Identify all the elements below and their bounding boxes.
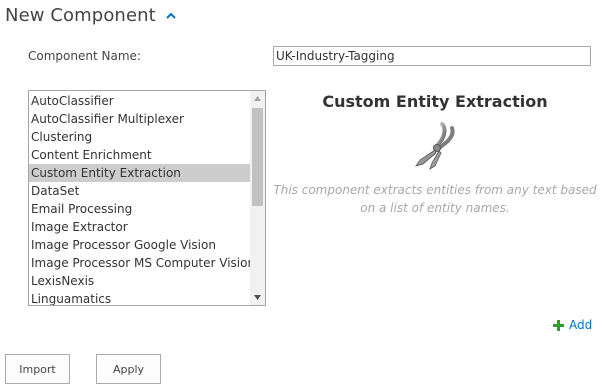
list-item[interactable]: Linguamatics [29, 290, 250, 305]
import-button[interactable]: Import [5, 354, 70, 384]
list-item[interactable]: LexisNexis [29, 272, 250, 290]
list-item[interactable]: DataSet [29, 182, 250, 200]
scroll-up-icon[interactable] [250, 91, 265, 106]
component-type-items: AutoClassifier AutoClassifier Multiplexer… [29, 92, 250, 305]
list-item[interactable]: Email Processing [29, 200, 250, 218]
list-item[interactable]: Image Processor Google Vision [29, 236, 250, 254]
list-item[interactable]: Image Processor MS Computer Vision [29, 254, 250, 272]
chevron-up-icon[interactable] [164, 8, 178, 22]
component-description-text: This component extracts entities from an… [273, 183, 597, 215]
component-type-list[interactable]: AutoClassifier AutoClassifier Multiplexer… [28, 90, 266, 306]
component-name-label: Component Name: [28, 49, 141, 63]
component-name-input[interactable] [273, 46, 591, 66]
apply-button[interactable]: Apply [96, 354, 161, 384]
list-item[interactable]: AutoClassifier [29, 92, 250, 110]
list-item[interactable]: AutoClassifier Multiplexer [29, 110, 250, 128]
list-item[interactable]: Content Enrichment [29, 146, 250, 164]
section-title: New Component [5, 4, 156, 26]
add-label: Add [569, 318, 593, 332]
list-scrollbar[interactable] [250, 91, 265, 305]
pliers-icon [412, 120, 460, 170]
scroll-thumb[interactable] [252, 108, 263, 206]
section-header: New Component [5, 2, 178, 28]
component-description-title: Custom Entity Extraction [322, 92, 548, 111]
list-item[interactable]: Image Extractor [29, 218, 250, 236]
plus-icon [553, 319, 564, 331]
list-item[interactable]: Clustering [29, 128, 250, 146]
list-item[interactable]: Custom Entity Extraction [29, 164, 250, 182]
scroll-down-icon[interactable] [250, 290, 265, 305]
add-link[interactable]: Add [553, 318, 592, 332]
